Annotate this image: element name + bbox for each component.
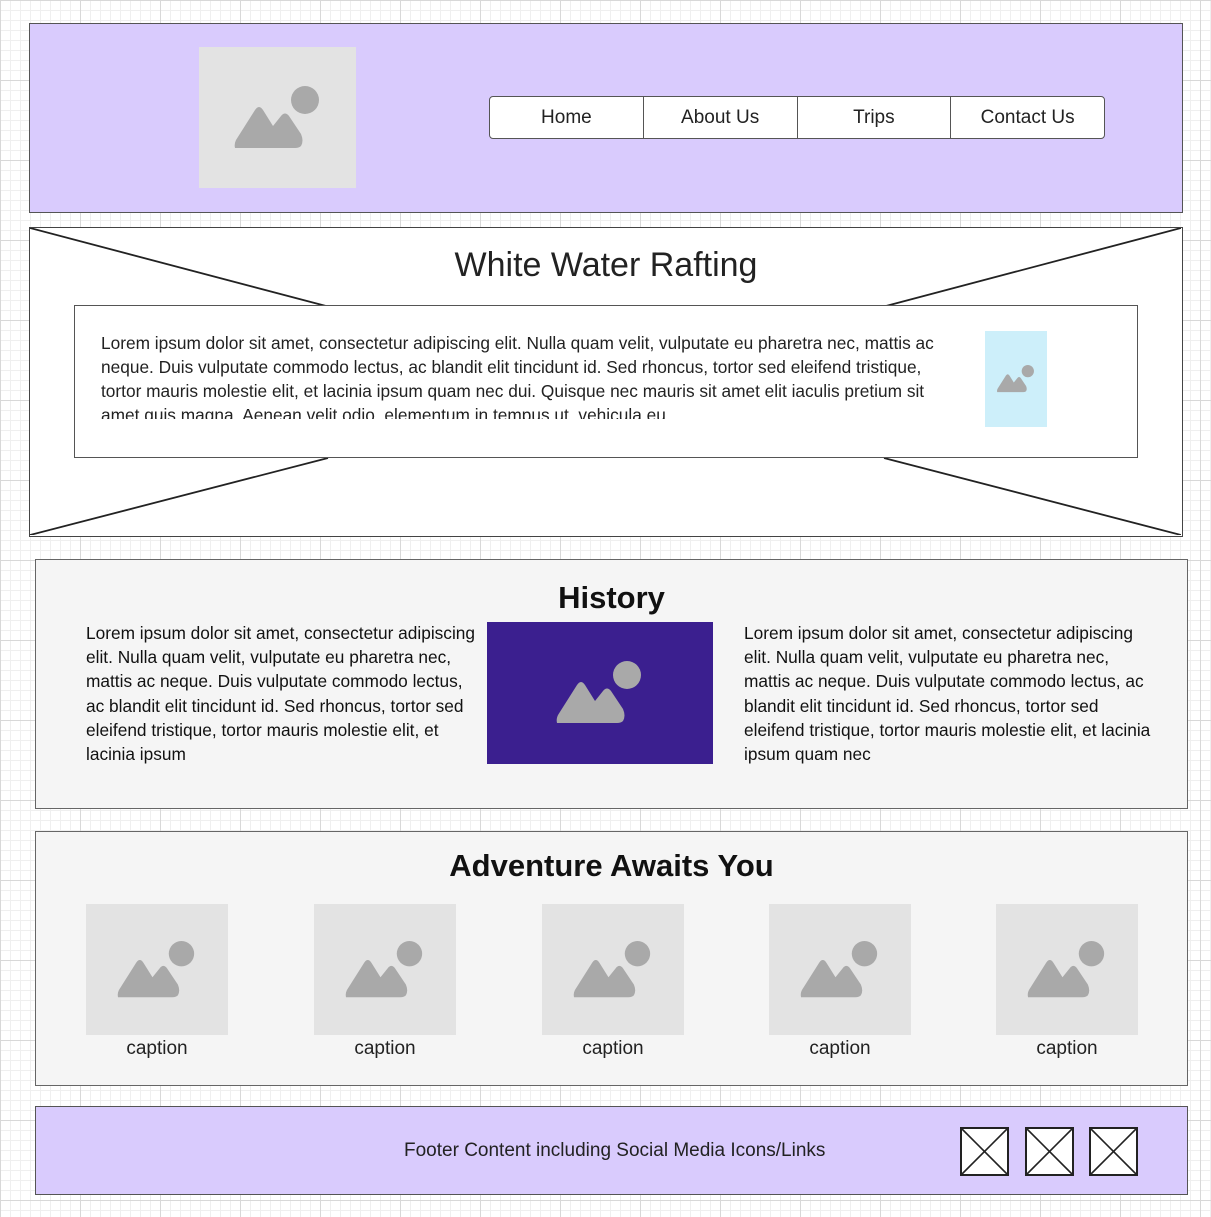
adventure-section: Adventure Awaits You caption caption cap… [35, 831, 1188, 1086]
image-placeholder-icon [573, 940, 651, 997]
hero-title: White Water Rafting [454, 246, 758, 284]
history-section: History Lorem ipsum dolor sit amet, cons… [35, 559, 1188, 809]
gallery-caption: caption [126, 1038, 188, 1059]
logo-image-placeholder[interactable] [199, 47, 356, 188]
gallery-item[interactable]: caption [769, 904, 911, 1060]
gallery-item[interactable]: caption [86, 904, 228, 1060]
gallery-image-placeholder[interactable] [86, 904, 228, 1035]
social-link-2[interactable] [1025, 1127, 1074, 1176]
nav-home[interactable]: Home [490, 97, 644, 138]
adventure-title: Adventure Awaits You [449, 848, 774, 883]
history-image-placeholder[interactable] [487, 622, 713, 764]
image-placeholder-icon [345, 940, 423, 997]
image-placeholder-icon [800, 940, 878, 997]
nav-about-us[interactable]: About Us [644, 97, 798, 138]
image-placeholder-icon [556, 661, 641, 723]
footer-text: Footer Content including Social Media Ic… [404, 1140, 826, 1161]
gallery-caption: caption [354, 1038, 416, 1059]
gallery-image-placeholder[interactable] [542, 904, 684, 1035]
history-right-text: Lorem ipsum dolor sit amet, consectetur … [744, 623, 1151, 765]
main-nav: Home About Us Trips Contact Us [489, 96, 1105, 139]
image-placeholder-x-icon [1025, 1127, 1074, 1176]
nav-contact-us[interactable]: Contact Us [951, 97, 1104, 138]
history-left-text: Lorem ipsum dolor sit amet, consectetur … [86, 623, 476, 765]
image-placeholder-x-icon [960, 1127, 1009, 1176]
hero-text-card: Lorem ipsum dolor sit amet, consectetur … [74, 305, 1138, 458]
image-placeholder-icon [234, 85, 319, 148]
hero-banner: White Water Rafting Lorem ipsum dolor si… [29, 227, 1183, 537]
gallery-caption: caption [809, 1038, 871, 1059]
gallery-caption: caption [582, 1038, 644, 1059]
social-link-3[interactable] [1089, 1127, 1138, 1176]
gallery-image-placeholder[interactable] [769, 904, 911, 1035]
gallery-caption: caption [1036, 1038, 1098, 1059]
image-placeholder-icon [1027, 940, 1105, 997]
social-link-1[interactable] [960, 1127, 1009, 1176]
gallery-image-placeholder[interactable] [314, 904, 456, 1035]
header-bar: Home About Us Trips Contact Us [29, 23, 1183, 213]
nav-trips[interactable]: Trips [798, 97, 952, 138]
gallery-item[interactable]: caption [542, 904, 684, 1060]
image-placeholder-x-icon [1089, 1127, 1138, 1176]
gallery-item[interactable]: caption [314, 904, 456, 1060]
image-placeholder-icon [997, 365, 1034, 393]
footer-bar: Footer Content including Social Media Ic… [35, 1106, 1188, 1195]
gallery-image-placeholder[interactable] [996, 904, 1138, 1035]
hero-thumbnail[interactable] [985, 331, 1047, 427]
gallery-item[interactable]: caption [996, 904, 1138, 1060]
history-title: History [558, 580, 665, 615]
hero-paragraph: Lorem ipsum dolor sit amet, consectetur … [101, 333, 934, 419]
image-placeholder-icon [117, 940, 195, 997]
